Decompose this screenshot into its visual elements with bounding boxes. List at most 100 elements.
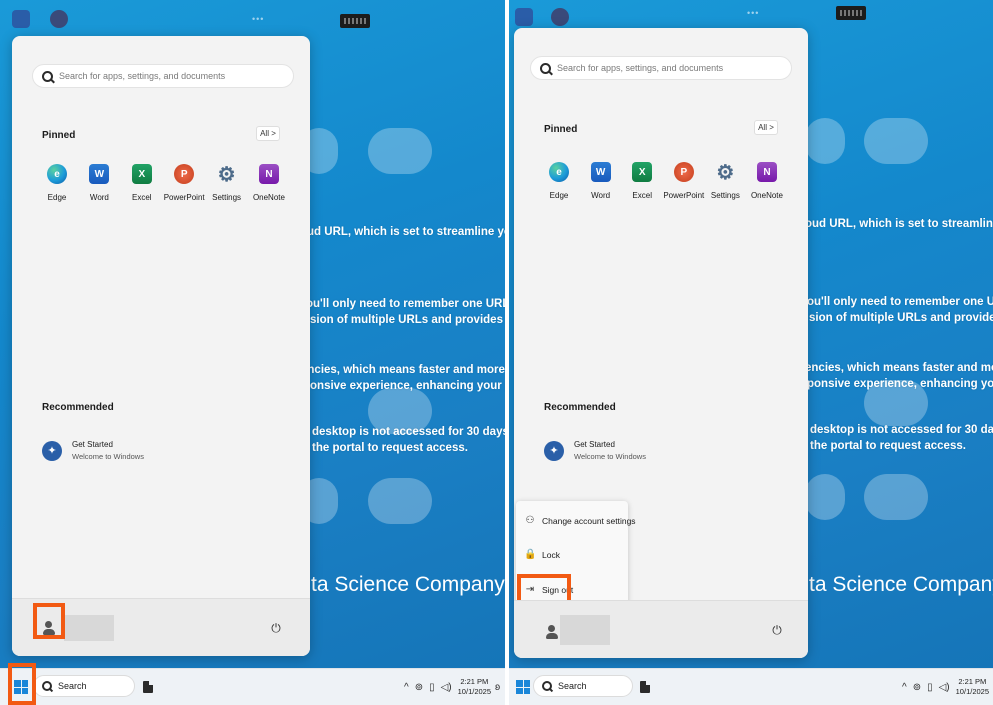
clock-date: 10/1/2025 xyxy=(955,687,990,696)
taskbar-search-box[interactable] xyxy=(533,675,633,697)
brand-text: ta Science Company™ xyxy=(311,573,505,596)
pinned-title: Pinned xyxy=(42,130,76,141)
windows-start-icon[interactable] xyxy=(516,680,530,694)
ellipsis-icon: ••• xyxy=(747,8,760,18)
power-icon[interactable]: ⏻ xyxy=(269,621,283,635)
display-icon[interactable]: ▯ xyxy=(429,682,435,693)
camera-notch xyxy=(340,14,370,28)
taskbar-search-input[interactable] xyxy=(558,681,628,691)
desktop-text: desktop is not accessed for 30 days. xyxy=(312,426,505,438)
pinned-app-edge[interactable]: e Edge xyxy=(540,162,578,200)
lock-label: Lock xyxy=(542,549,560,560)
all-apps-button[interactable]: All > xyxy=(256,126,280,141)
brand-text: ta Science Company™ xyxy=(809,573,993,596)
start-menu-footer: ⏻ xyxy=(514,600,808,658)
pinned-app-settings[interactable]: ⚙ Settings xyxy=(706,162,744,201)
lock-icon: 🔒 xyxy=(524,549,537,560)
start-search-input[interactable] xyxy=(59,71,293,81)
ellipsis-icon: ••• xyxy=(252,14,265,24)
change-account-settings-item[interactable]: ⚇ Change account settings xyxy=(524,515,636,526)
start-search-input[interactable] xyxy=(557,63,791,73)
desktop-text: ponsive experience, enhancing your produ… xyxy=(303,380,505,392)
user-name-redacted[interactable] xyxy=(64,615,114,641)
desktop-text: sion of multiple URLs and provides a str… xyxy=(310,314,505,326)
taskbar-search-input[interactable] xyxy=(58,681,128,691)
recommended-item-get-started[interactable]: ✦ Get Started Welcome to Windows xyxy=(42,440,144,461)
camera-notch xyxy=(836,6,866,20)
all-apps-button[interactable]: All > xyxy=(754,120,778,135)
search-icon xyxy=(540,62,551,74)
taskbar: ^ ⊚ ▯ ◁) 2:21 PM 10/1/2025 ʚ xyxy=(0,668,505,705)
pinned-app-word[interactable]: W Word xyxy=(582,162,620,200)
search-icon xyxy=(42,681,52,691)
notification-icon[interactable]: ʚ xyxy=(495,682,500,693)
excel-icon: X xyxy=(632,162,653,182)
screenshot-before: ••• oud URL, which is set to streamline … xyxy=(0,0,505,705)
onenote-icon: N xyxy=(258,164,279,184)
settings-icon: ⚙ xyxy=(217,163,236,186)
start-search-box[interactable] xyxy=(530,56,792,80)
desktop-text: encies, which means faster and more reli… xyxy=(805,362,993,374)
display-icon[interactable]: ▯ xyxy=(927,682,933,693)
edge-icon: e xyxy=(47,164,67,184)
search-icon xyxy=(42,70,53,82)
bg-pill xyxy=(864,118,928,164)
pinned-app-word[interactable]: W Word xyxy=(80,164,118,202)
task-view-icon[interactable] xyxy=(640,681,650,693)
get-started-icon: ✦ xyxy=(544,440,564,461)
taskbar-search-box[interactable] xyxy=(33,675,135,697)
app-label: Edge xyxy=(47,193,67,202)
pinned-app-powerpoint[interactable]: P PowerPoint xyxy=(164,164,205,202)
network-icon[interactable]: ⊚ xyxy=(415,682,423,693)
volume-icon[interactable]: ◁) xyxy=(939,682,950,693)
network-icon[interactable]: ⊚ xyxy=(913,682,921,693)
desktop-text: ou'll only need to remember one URL for … xyxy=(306,298,505,310)
desktop-app-icon[interactable] xyxy=(551,8,569,26)
taskbar: ^ ⊚ ▯ ◁) 2:21 PM 10/1/2025 ʚ xyxy=(509,668,993,705)
recommended-title: Recommended xyxy=(544,402,616,413)
start-search-box[interactable] xyxy=(32,64,294,88)
power-icon[interactable]: ⏻ xyxy=(770,623,784,637)
system-tray: ^ ⊚ ▯ ◁) 2:21 PM 10/1/2025 ʚ xyxy=(404,677,500,697)
clock[interactable]: 2:21 PM 10/1/2025 xyxy=(458,677,491,697)
rec-subtitle: Welcome to Windows xyxy=(574,452,646,461)
desktop-text: oud URL, which is set to streamline your… xyxy=(300,226,505,238)
word-icon: W xyxy=(590,162,611,182)
edge-icon: e xyxy=(549,162,569,182)
pinned-app-onenote[interactable]: N OneNote xyxy=(748,162,786,200)
rec-title: Get Started xyxy=(72,440,113,449)
tray-chevron-icon[interactable]: ^ xyxy=(404,682,409,693)
user-avatar-icon[interactable] xyxy=(544,623,560,641)
search-icon xyxy=(542,681,552,691)
person-settings-icon: ⚇ xyxy=(525,515,535,526)
pinned-app-excel[interactable]: X Excel xyxy=(623,162,661,200)
bg-pill xyxy=(805,474,845,520)
desktop-app-icon[interactable] xyxy=(50,10,68,28)
desktop-app-icon[interactable] xyxy=(12,10,30,28)
pinned-app-settings[interactable]: ⚙ Settings xyxy=(208,163,246,203)
powerpoint-icon: P xyxy=(673,162,694,182)
bg-pill xyxy=(805,118,845,164)
pinned-app-excel[interactable]: X Excel xyxy=(123,164,161,202)
app-label: PowerPoint xyxy=(663,191,705,200)
screenshot-after: ••• oud URL, which is set to streamline … xyxy=(509,0,993,705)
recommended-title: Recommended xyxy=(42,402,114,413)
clock-date: 10/1/2025 xyxy=(457,687,492,696)
pinned-apps: e Edge W Word X Excel P PowerPoint ⚙ Set… xyxy=(540,162,786,200)
rec-subtitle: Welcome to Windows xyxy=(72,452,144,461)
app-label: Word xyxy=(89,193,109,202)
pinned-app-powerpoint[interactable]: P PowerPoint xyxy=(663,162,705,200)
user-name-redacted[interactable] xyxy=(560,615,610,645)
recommended-item-get-started[interactable]: ✦ Get Started Welcome to Windows xyxy=(544,440,646,461)
rec-title: Get Started xyxy=(574,440,615,449)
clock[interactable]: 2:21 PM 10/1/2025 xyxy=(956,677,989,697)
app-label: Word xyxy=(591,191,611,200)
clock-time: 2:21 PM xyxy=(958,677,987,686)
volume-icon[interactable]: ◁) xyxy=(441,682,452,693)
task-view-icon[interactable] xyxy=(143,681,153,693)
tray-chevron-icon[interactable]: ^ xyxy=(902,682,907,693)
lock-item[interactable]: 🔒 Lock xyxy=(524,549,560,560)
desktop-app-icon[interactable] xyxy=(515,8,533,26)
pinned-app-edge[interactable]: e Edge xyxy=(38,164,76,202)
pinned-app-onenote[interactable]: N OneNote xyxy=(250,164,288,202)
